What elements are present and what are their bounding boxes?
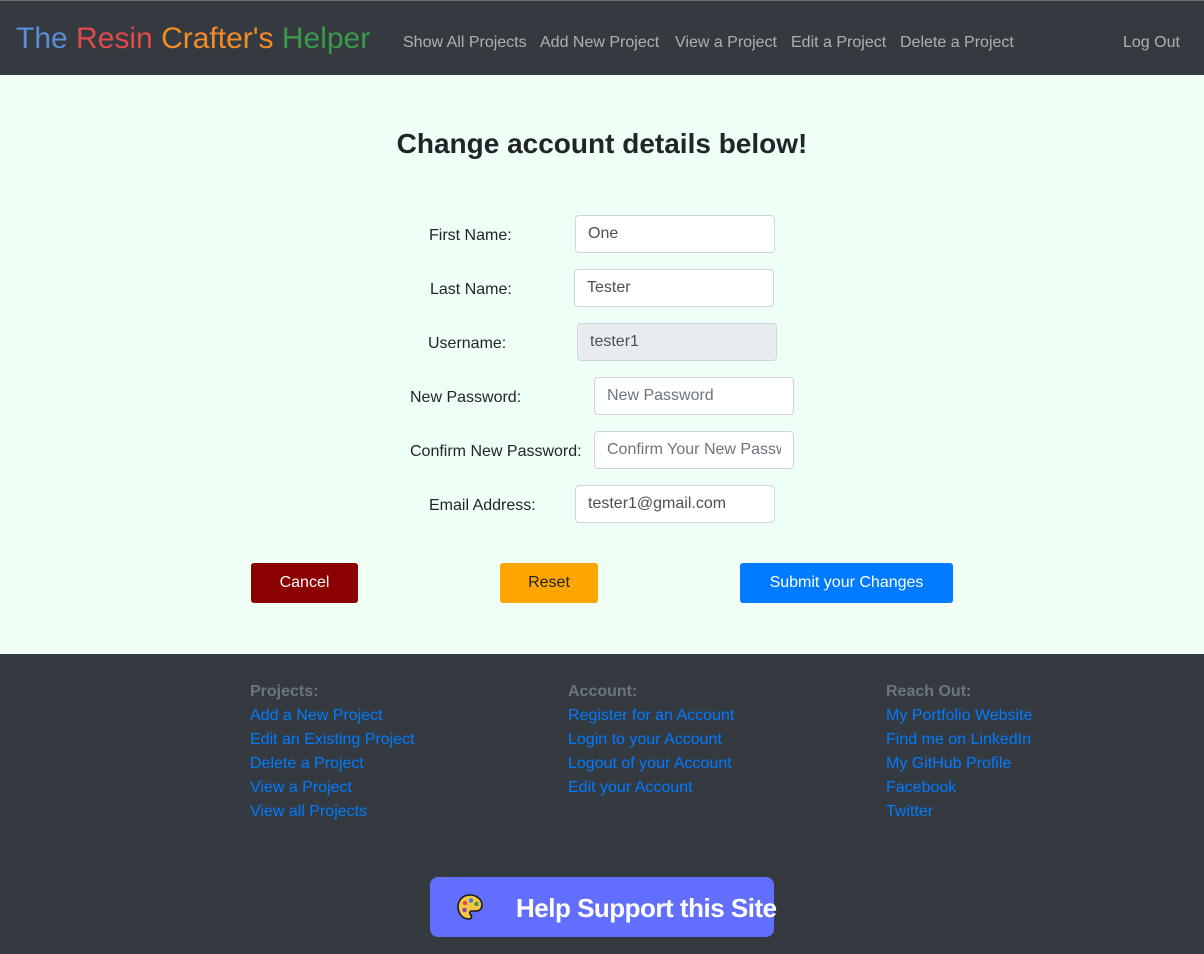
footer-link-register[interactable]: Register for an Account bbox=[568, 704, 734, 728]
confirm-password-label: Confirm New Password: bbox=[410, 443, 582, 460]
first-name-input[interactable] bbox=[575, 215, 775, 253]
footer-link-edit-account[interactable]: Edit your Account bbox=[568, 776, 734, 800]
support-site-button[interactable]: Help Support this Site bbox=[430, 877, 777, 937]
last-name-input[interactable] bbox=[574, 269, 774, 307]
footer-link-view-all-projects[interactable]: View all Projects bbox=[250, 800, 415, 824]
footer-link-view-project[interactable]: View a Project bbox=[250, 776, 415, 800]
new-password-input[interactable] bbox=[594, 377, 794, 415]
palette-icon bbox=[457, 894, 483, 920]
support-label: Help Support this Site bbox=[516, 893, 777, 923]
brand-word-helper: Helper bbox=[281, 22, 371, 55]
nav-log-out[interactable]: Log Out bbox=[1123, 33, 1180, 53]
nav-add-new-project[interactable]: Add New Project bbox=[540, 33, 659, 53]
footer-projects-column: Projects: Add a New Project Edit an Exis… bbox=[250, 680, 415, 824]
footer-link-add-project[interactable]: Add a New Project bbox=[250, 704, 415, 728]
page-title: Change account details below! bbox=[396, 128, 808, 159]
submit-changes-button[interactable]: Submit your Changes bbox=[740, 563, 953, 603]
email-input[interactable] bbox=[575, 485, 775, 523]
footer-link-delete-project[interactable]: Delete a Project bbox=[250, 752, 415, 776]
nav-view-project[interactable]: View a Project bbox=[675, 33, 777, 53]
footer-link-portfolio[interactable]: My Portfolio Website bbox=[886, 704, 1032, 728]
footer-account-column: Account: Register for an Account Login t… bbox=[568, 680, 734, 800]
footer-link-login[interactable]: Login to your Account bbox=[568, 728, 734, 752]
footer-projects-heading: Projects: bbox=[250, 683, 319, 700]
nav-delete-project[interactable]: Delete a Project bbox=[900, 33, 1014, 53]
footer-reach-out-heading: Reach Out: bbox=[886, 683, 972, 700]
footer-link-edit-project[interactable]: Edit an Existing Project bbox=[250, 728, 415, 752]
nav-edit-project[interactable]: Edit a Project bbox=[791, 33, 886, 53]
footer-link-twitter[interactable]: Twitter bbox=[886, 800, 1032, 824]
first-name-label: First Name: bbox=[429, 227, 512, 244]
navbar: The Resin Crafter's Helper Show All Proj… bbox=[0, 0, 1204, 75]
footer-link-facebook[interactable]: Facebook bbox=[886, 776, 1032, 800]
username-input bbox=[577, 323, 777, 361]
footer-link-logout[interactable]: Logout of your Account bbox=[568, 752, 734, 776]
email-label: Email Address: bbox=[429, 497, 536, 514]
brand-word-crafters: Crafter's bbox=[161, 22, 274, 55]
footer-link-github[interactable]: My GitHub Profile bbox=[886, 752, 1032, 776]
cancel-button[interactable]: Cancel bbox=[251, 563, 358, 603]
footer-link-linkedin[interactable]: Find me on LinkedIn bbox=[886, 728, 1032, 752]
confirm-password-input[interactable] bbox=[594, 431, 794, 469]
brand-word-resin: Resin bbox=[76, 22, 153, 55]
new-password-label: New Password: bbox=[410, 389, 522, 406]
last-name-label: Last Name: bbox=[430, 281, 512, 298]
username-label: Username: bbox=[428, 335, 507, 352]
nav-show-all-projects[interactable]: Show All Projects bbox=[403, 33, 527, 53]
site-brand[interactable]: The Resin Crafter's Helper bbox=[16, 21, 370, 57]
footer-reach-out-column: Reach Out: My Portfolio Website Find me … bbox=[886, 680, 1032, 824]
footer-account-heading: Account: bbox=[568, 683, 638, 700]
brand-word-the: The bbox=[16, 22, 68, 55]
reset-button[interactable]: Reset bbox=[500, 563, 598, 603]
